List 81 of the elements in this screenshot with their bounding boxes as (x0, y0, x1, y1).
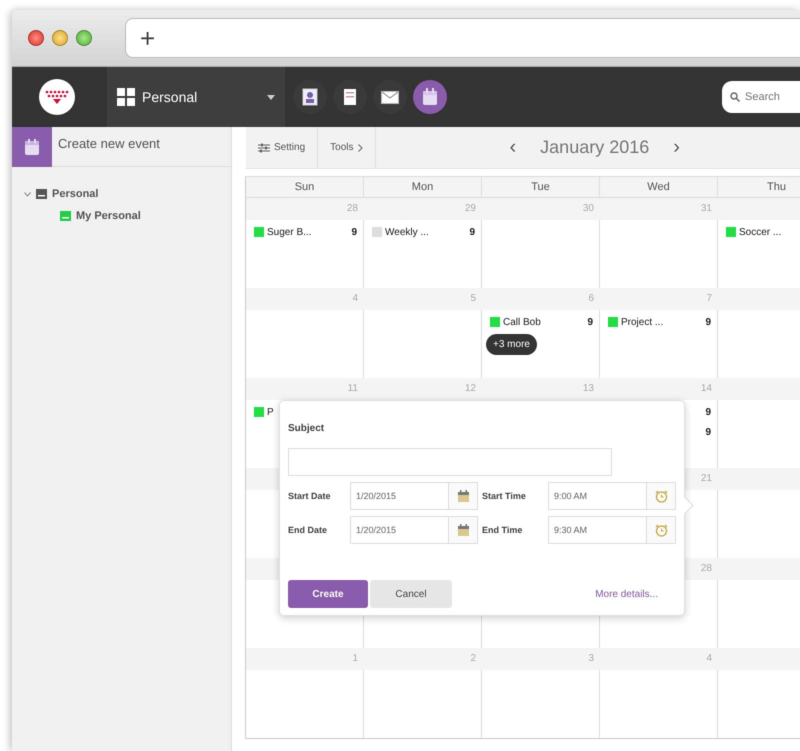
day-number: 4 (706, 653, 712, 664)
event-title[interactable]: Weekly ... (385, 226, 429, 238)
more-events-button[interactable]: +3 more (486, 334, 537, 355)
app-button[interactable] (293, 80, 327, 114)
day-number: 5 (470, 293, 476, 304)
app-button[interactable] (413, 80, 447, 114)
tree-item[interactable]: My Personal (76, 210, 141, 222)
day-number: 2 (470, 653, 476, 664)
event-title[interactable]: Suger B... (267, 226, 312, 238)
next-month-button[interactable]: › (669, 136, 684, 159)
app-button[interactable] (333, 80, 367, 114)
event-time: 9 (705, 406, 711, 418)
weekday-header: Wed (600, 177, 718, 198)
day-number: 4 (352, 293, 358, 304)
event-title[interactable]: Soccer ... (739, 226, 782, 238)
create-button[interactable]: Create (288, 580, 368, 608)
event-title[interactable]: P (267, 406, 274, 418)
create-event-button[interactable]: Create new event (12, 127, 231, 167)
note-icon (343, 88, 357, 106)
close-button[interactable] (28, 30, 44, 46)
day-number: 30 (582, 203, 594, 214)
calendar-icon (422, 88, 438, 106)
day-number: 21 (700, 473, 712, 484)
day-number: 13 (582, 383, 594, 394)
day-number: 14 (700, 383, 712, 394)
calendar-icon (12, 126, 52, 166)
subject-label: Subject (288, 423, 326, 434)
sliders-icon (258, 142, 270, 152)
month-title: January 2016 (540, 137, 650, 158)
subject-field[interactable] (288, 448, 612, 476)
weekday-header: Sun (246, 177, 364, 198)
weekday-header: Mon (364, 177, 482, 198)
maximize-button[interactable] (76, 30, 92, 46)
day-number: 1 (352, 653, 358, 664)
logo-icon (39, 79, 75, 115)
event-title[interactable]: Project ... (621, 316, 664, 328)
weekday-header: Tue (482, 177, 600, 198)
day-number: 28 (700, 563, 712, 574)
caret-icon (267, 94, 275, 100)
time-label: End Time (481, 525, 524, 535)
day-number: 31 (700, 203, 712, 214)
date-label: End Date (288, 525, 328, 535)
day-number: 6 (588, 293, 594, 304)
event-title[interactable]: Call Bob (503, 316, 541, 328)
date-label: Start Date (288, 491, 332, 501)
grid-icon (117, 88, 135, 106)
more-details-link[interactable]: More details... (595, 588, 658, 600)
alarm-clock-icon (654, 524, 668, 536)
day-number: 28 (346, 203, 358, 214)
day-number: 3 (588, 653, 594, 664)
new-tab-button[interactable]: + (140, 25, 156, 51)
contact-card-icon (302, 88, 318, 106)
time-field[interactable]: 9:30 AM (548, 516, 676, 544)
event-time: 9 (705, 316, 711, 328)
app-button[interactable] (373, 80, 407, 114)
event-time: 9 (587, 316, 593, 328)
tree-item[interactable]: Personal (52, 188, 98, 200)
expand-chevron-icon[interactable] (24, 192, 31, 196)
cancel-button[interactable]: Cancel (370, 580, 452, 608)
day-number: 29 (464, 203, 476, 214)
chevron-right-icon (358, 144, 362, 152)
date-field[interactable]: 1/20/2015 (350, 516, 478, 544)
search-icon (730, 92, 740, 102)
calendar-icon (458, 490, 468, 502)
date-field[interactable]: 1/20/2015 (350, 482, 478, 510)
mail-icon (381, 90, 399, 104)
day-number: 12 (464, 383, 476, 394)
calendar-icon (458, 524, 468, 536)
weekday-header: Thu (718, 177, 800, 198)
time-label: Start Time (481, 491, 527, 501)
event-time: 9 (351, 226, 357, 238)
alarm-clock-icon (654, 490, 668, 502)
event-time: 9 (469, 226, 475, 238)
minimize-button[interactable] (52, 30, 68, 46)
event-time: 9 (705, 426, 711, 438)
time-field[interactable]: 9:00 AM (548, 482, 676, 510)
day-number: 7 (706, 293, 712, 304)
workspace-dropdown[interactable]: Personal (107, 67, 285, 127)
address-bar[interactable]: + (125, 18, 800, 58)
previous-month-button[interactable]: ‹ (506, 136, 520, 159)
day-number: 11 (348, 383, 358, 394)
